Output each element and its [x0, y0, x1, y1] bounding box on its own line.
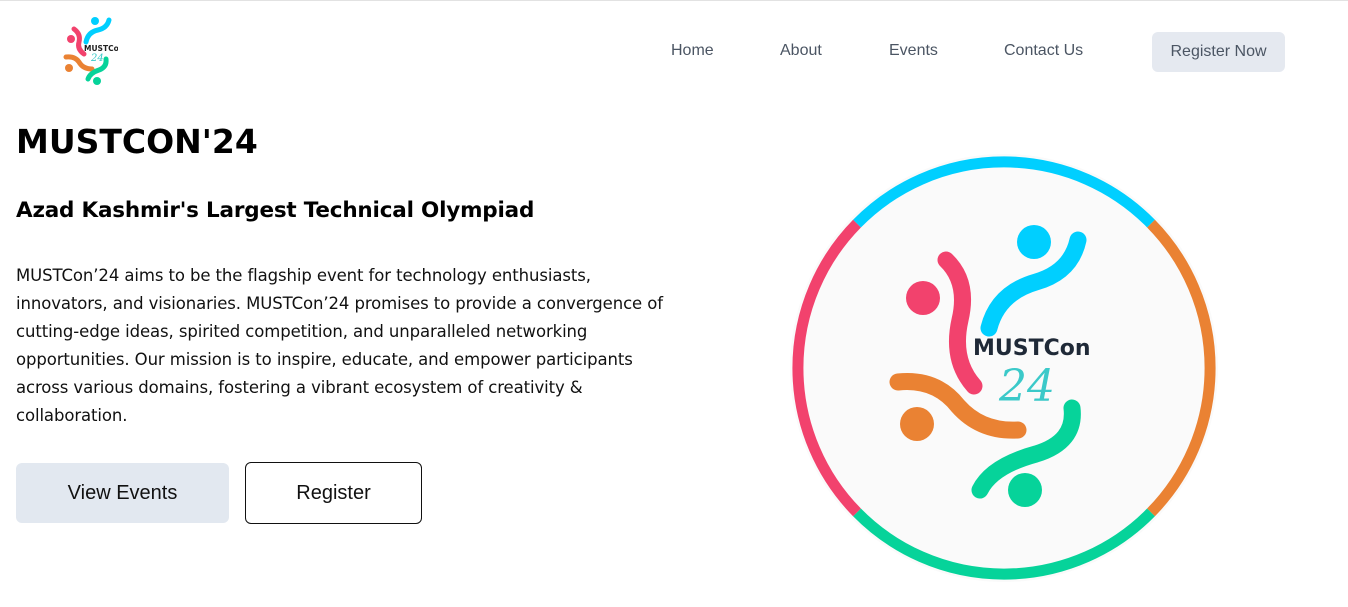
hero-subtitle: Azad Kashmir's Largest Technical Olympia…	[16, 198, 535, 223]
logo-orange-dot	[65, 64, 73, 72]
logo-blue-dot	[91, 17, 99, 25]
emblem-text: MUSTCon	[973, 336, 1091, 361]
emblem-blue-dot	[1017, 225, 1051, 259]
nav-home[interactable]: Home	[671, 42, 714, 60]
top-border	[0, 0, 1348, 1]
emblem-number: 24	[998, 361, 1055, 412]
page: MUSTCon 24 Home About Events Contact Us …	[0, 0, 1348, 607]
logo-pink-swirl	[71, 26, 87, 57]
nav-contact-us[interactable]: Contact Us	[1004, 42, 1083, 60]
emblem-pink-dot	[906, 281, 940, 315]
logo-pink-dot	[67, 35, 75, 43]
register-button[interactable]: Register	[245, 462, 422, 524]
logo-number: 24	[90, 53, 104, 64]
emblem-orange-dot	[900, 407, 934, 441]
register-now-button[interactable]: Register Now	[1152, 32, 1285, 72]
hero-description: MUSTCon’24 aims to be the flagship event…	[16, 266, 663, 425]
nav-about[interactable]: About	[780, 42, 822, 60]
logo-text: MUSTCon	[84, 44, 118, 53]
view-events-button[interactable]: View Events	[16, 463, 229, 523]
header-logo[interactable]: MUSTCon 24	[60, 14, 118, 90]
logo-green-dot	[93, 77, 101, 85]
nav-events[interactable]: Events	[889, 42, 938, 60]
hero-title: MUSTCON'24	[16, 122, 258, 161]
emblem-green-dot	[1008, 473, 1042, 507]
mustcon-emblem: MUSTCon 24	[790, 154, 1218, 582]
